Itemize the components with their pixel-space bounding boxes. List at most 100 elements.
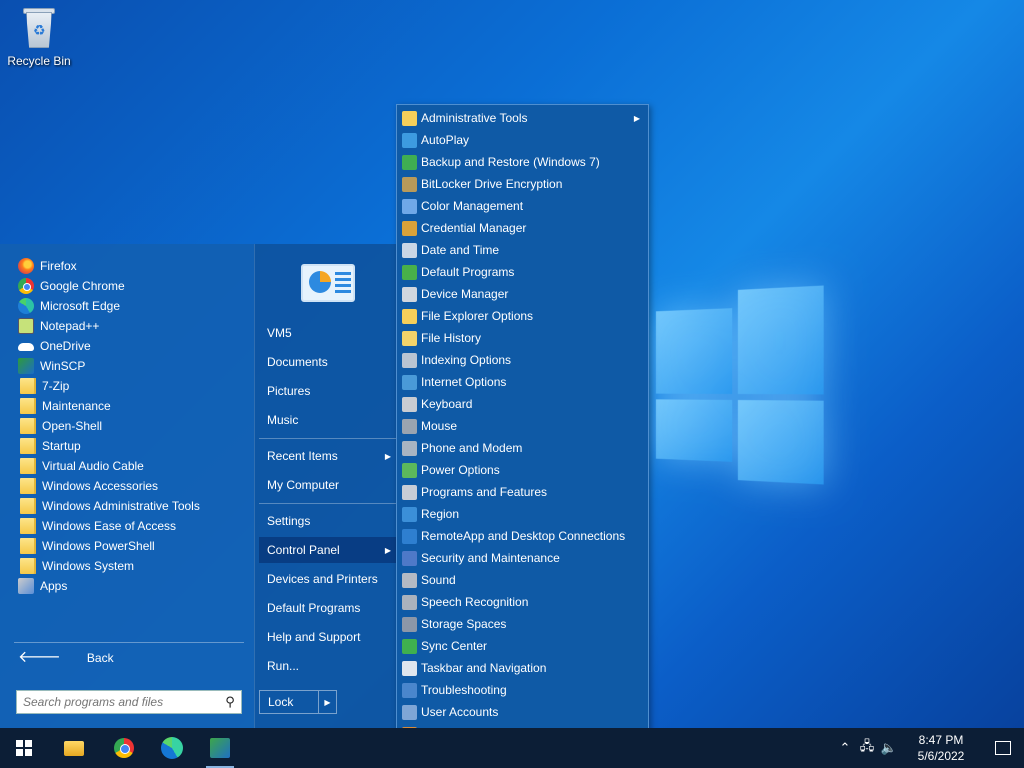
notification-center-button[interactable] <box>982 728 1024 768</box>
cp-item-region[interactable]: Region <box>397 503 648 525</box>
file-explorer-button[interactable] <box>48 728 100 768</box>
folder-icon <box>20 538 36 554</box>
user-accounts-icon <box>402 705 417 720</box>
places-default-programs[interactable]: Default Programs <box>259 595 397 621</box>
folder-windows-powershell[interactable]: Windows PowerShell <box>14 536 246 556</box>
control-panel-taskbar-button[interactable] <box>196 728 244 768</box>
cp-item-security-and-maintenance[interactable]: Security and Maintenance <box>397 547 648 569</box>
cp-item-bitlocker-drive-encryption[interactable]: BitLocker Drive Encryption <box>397 173 648 195</box>
folder-windows-system[interactable]: Windows System <box>14 556 246 576</box>
device-manager-icon <box>402 287 417 302</box>
places-control-panel[interactable]: Control Panel ▶ <box>259 537 397 563</box>
cp-item-programs-and-features[interactable]: Programs and Features <box>397 481 648 503</box>
cp-item-credential-manager[interactable]: Credential Manager <box>397 217 648 239</box>
indexing-options-icon <box>402 353 417 368</box>
cp-item-internet-options[interactable]: Internet Options <box>397 371 648 393</box>
folder-icon <box>20 518 36 534</box>
program-list: Firefox Google Chrome Microsoft Edge Not… <box>14 256 246 596</box>
program-apps[interactable]: Apps <box>14 576 246 596</box>
places-music[interactable]: Music <box>259 407 397 433</box>
network-icon[interactable]: 🖧 <box>856 728 878 768</box>
recycle-bin-desktop-icon[interactable]: ♻ Recycle Bin <box>4 6 74 68</box>
start-button[interactable] <box>0 728 48 768</box>
places-user-folder[interactable]: VM5 <box>259 320 397 346</box>
edge-icon <box>161 737 183 759</box>
places-pictures[interactable]: Pictures <box>259 378 397 404</box>
chrome-button[interactable] <box>100 728 148 768</box>
search-icon[interactable]: ⚲ <box>219 694 241 710</box>
cp-item-taskbar-and-navigation[interactable]: Taskbar and Navigation <box>397 657 648 679</box>
chevron-right-icon: ▶ <box>634 114 640 123</box>
cp-item-storage-spaces[interactable]: Storage Spaces <box>397 613 648 635</box>
default-programs-icon <box>402 265 417 280</box>
notification-icon <box>995 741 1011 755</box>
program-notepadpp[interactable]: Notepad++ <box>14 316 246 336</box>
cp-item-mouse[interactable]: Mouse <box>397 415 648 437</box>
lock-button[interactable]: Lock ▶ <box>259 690 337 714</box>
folder-open-shell[interactable]: Open-Shell <box>14 416 246 436</box>
programs-and-features-icon <box>402 485 417 500</box>
places-devices-printers[interactable]: Devices and Printers <box>259 566 397 592</box>
search-input[interactable] <box>17 692 219 712</box>
folder-windows-ease-of-access[interactable]: Windows Ease of Access <box>14 516 246 536</box>
folder-windows-accessories[interactable]: Windows Accessories <box>14 476 246 496</box>
cp-item-troubleshooting[interactable]: Troubleshooting <box>397 679 648 701</box>
clock[interactable]: 8:47 PM 5/6/2022 <box>900 732 982 764</box>
places-recent-items[interactable]: Recent Items ▶ <box>259 443 397 469</box>
lock-options-arrow-icon[interactable]: ▶ <box>318 691 336 713</box>
cp-item-file-explorer-options[interactable]: File Explorer Options <box>397 305 648 327</box>
cp-item-backup-and-restore-windows-7[interactable]: Backup and Restore (Windows 7) <box>397 151 648 173</box>
cp-item-device-manager[interactable]: Device Manager <box>397 283 648 305</box>
cp-item-file-history[interactable]: File History <box>397 327 648 349</box>
cp-item-sound[interactable]: Sound <box>397 569 648 591</box>
places-help-support[interactable]: Help and Support <box>259 624 397 650</box>
cp-item-remoteapp-and-desktop-connections[interactable]: RemoteApp and Desktop Connections <box>397 525 648 547</box>
program-winscp[interactable]: WinSCP <box>14 356 246 376</box>
places-my-computer[interactable]: My Computer <box>259 472 397 498</box>
program-google-chrome[interactable]: Google Chrome <box>14 276 246 296</box>
folder-startup[interactable]: Startup <box>14 436 246 456</box>
start-icon <box>16 740 32 756</box>
folder-7-zip[interactable]: 7-Zip <box>14 376 246 396</box>
cp-item-date-and-time[interactable]: Date and Time <box>397 239 648 261</box>
storage-spaces-icon <box>402 617 417 632</box>
cp-item-indexing-options[interactable]: Indexing Options <box>397 349 648 371</box>
clock-date: 5/6/2022 <box>900 748 982 764</box>
back-button[interactable]: 🡐 Back <box>18 650 114 666</box>
program-onedrive[interactable]: OneDrive <box>14 336 246 356</box>
cp-item-keyboard[interactable]: Keyboard <box>397 393 648 415</box>
places-run[interactable]: Run... <box>259 653 397 679</box>
cp-item-user-accounts[interactable]: User Accounts <box>397 701 648 723</box>
cp-item-default-programs[interactable]: Default Programs <box>397 261 648 283</box>
program-microsoft-edge[interactable]: Microsoft Edge <box>14 296 246 316</box>
back-arrow-icon: 🡐 <box>18 650 61 666</box>
edge-button[interactable] <box>148 728 196 768</box>
folder-virtual-audio-cable[interactable]: Virtual Audio Cable <box>14 456 246 476</box>
folder-windows-administrative-tools[interactable]: Windows Administrative Tools <box>14 496 246 516</box>
autoplay-icon <box>402 133 417 148</box>
places-settings[interactable]: Settings <box>259 508 397 534</box>
cp-item-speech-recognition[interactable]: Speech Recognition <box>397 591 648 613</box>
administrative-tools-icon <box>402 111 417 126</box>
start-menu-programs-pane: Firefox Google Chrome Microsoft Edge Not… <box>0 244 254 728</box>
user-picture[interactable] <box>301 264 355 302</box>
volume-icon[interactable]: 🔈 <box>878 728 900 768</box>
cp-item-phone-and-modem[interactable]: Phone and Modem <box>397 437 648 459</box>
programs-separator <box>14 642 244 643</box>
cp-item-sync-center[interactable]: Sync Center <box>397 635 648 657</box>
winscp-icon <box>18 358 34 374</box>
folder-maintenance[interactable]: Maintenance <box>14 396 246 416</box>
firefox-icon <box>18 258 34 274</box>
cp-item-color-management[interactable]: Color Management <box>397 195 648 217</box>
cp-item-administrative-tools[interactable]: Administrative Tools ▶ <box>397 107 648 129</box>
chevron-up-icon[interactable]: ⌃ <box>834 728 856 768</box>
onedrive-icon <box>18 338 34 354</box>
recycle-bin-icon: ♻ <box>20 6 58 50</box>
folder-icon <box>20 478 36 494</box>
program-firefox[interactable]: Firefox <box>14 256 246 276</box>
places-documents[interactable]: Documents <box>259 349 397 375</box>
folder-icon <box>20 498 36 514</box>
search-box[interactable]: ⚲ <box>16 690 242 714</box>
cp-item-autoplay[interactable]: AutoPlay <box>397 129 648 151</box>
cp-item-power-options[interactable]: Power Options <box>397 459 648 481</box>
